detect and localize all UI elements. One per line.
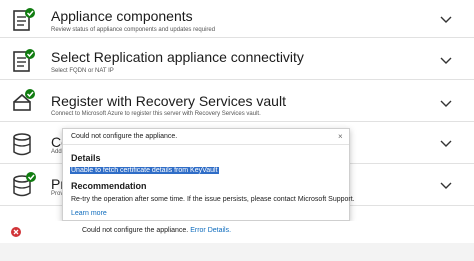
step-subtitle: Select FQDN or NAT IP: [51, 68, 114, 74]
status-message-text: Could not configure the appliance.: [82, 227, 189, 234]
step-title: Appliance components: [51, 8, 193, 24]
checklist-check-icon: [13, 8, 35, 31]
step-subtitle: Connect to Microsoft Azure to register t…: [51, 111, 261, 117]
vault-check-icon: [13, 89, 35, 111]
popup-header: Could not configure the appliance.: [71, 133, 178, 140]
divider: [63, 144, 349, 145]
step-appliance-components[interactable]: Appliance components Review status of ap…: [0, 0, 474, 38]
step-title: Select Replication appliance connectivit…: [51, 49, 304, 65]
learn-more-link[interactable]: Learn more: [71, 210, 107, 217]
error-details-popup: Could not configure the appliance. × Det…: [62, 128, 355, 221]
database-icon: [13, 133, 31, 156]
step-subtitle: Review status of appliance components an…: [51, 27, 216, 33]
checklist-check-icon: [13, 49, 35, 72]
step-replication-connectivity[interactable]: Select Replication appliance connectivit…: [0, 38, 474, 80]
chevron-down-icon[interactable]: [440, 16, 452, 24]
close-icon[interactable]: ×: [338, 132, 343, 141]
chevron-down-icon[interactable]: [440, 182, 452, 190]
database-check-icon: [13, 172, 36, 197]
error-icon: [11, 227, 21, 237]
details-text: Unable to fetch certificate details from…: [70, 167, 219, 174]
recommendation-heading: Recommendation: [71, 181, 147, 191]
step-subtitle: Add: [51, 149, 62, 155]
chevron-down-icon[interactable]: [440, 100, 452, 108]
chevron-down-icon[interactable]: [440, 57, 452, 65]
step-register-vault[interactable]: Register with Recovery Services vault Co…: [0, 80, 474, 122]
step-title: Register with Recovery Services vault: [51, 93, 286, 109]
status-message: Could not configure the appliance. Error…: [82, 227, 231, 234]
recommendation-text: Re-try the operation after some time. If…: [71, 196, 355, 203]
status-bar: Could not configure the appliance. Error…: [0, 221, 474, 243]
chevron-down-icon[interactable]: [440, 140, 452, 148]
details-heading: Details: [71, 153, 101, 163]
footer-area: [0, 243, 474, 261]
error-details-link[interactable]: Error Details.: [190, 227, 231, 234]
